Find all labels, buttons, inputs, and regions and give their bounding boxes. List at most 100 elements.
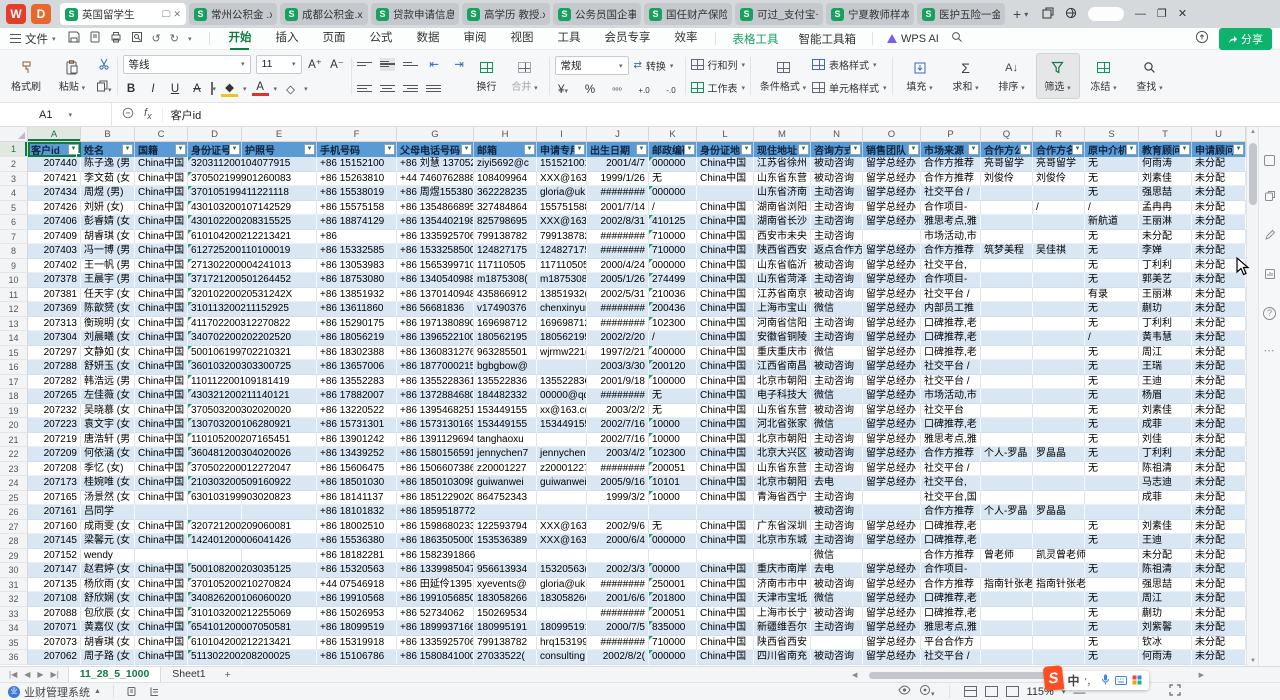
cell[interactable]: 河北省张家 <box>754 418 811 433</box>
cell[interactable]: +86 1899937166 <box>397 621 474 636</box>
row-number[interactable]: 6 <box>0 215 28 230</box>
column-header-K[interactable]: K <box>649 127 697 142</box>
cell[interactable]: +86 1859518772 <box>397 505 474 520</box>
cell[interactable]: China中国 <box>135 636 188 651</box>
cell[interactable]: 411702200312270822 <box>188 317 242 332</box>
cell[interactable]: ziyi5692@c <box>474 157 537 172</box>
cell[interactable] <box>1033 534 1085 549</box>
cell[interactable]: +86 18874129 <box>317 215 397 230</box>
cell[interactable]: +86 15026953 <box>317 607 397 622</box>
cell[interactable]: 留学总经办 <box>863 433 921 448</box>
filter-button[interactable]: 筛选 ▾ <box>1036 53 1080 99</box>
cell[interactable]: China中国 <box>697 520 754 535</box>
cell[interactable]: +86 1991056850 <box>397 592 474 607</box>
ime-language-mode[interactable]: 中 <box>1068 672 1080 689</box>
cell[interactable]: 207135 <box>28 578 81 593</box>
cell[interactable]: 上海市长宁 <box>754 607 811 622</box>
cell[interactable]: 835000 <box>649 621 697 636</box>
row-number[interactable]: 29 <box>0 549 28 564</box>
cell[interactable]: 冯一博 (男 <box>81 244 135 259</box>
cell[interactable]: +86 13053983 <box>317 259 397 274</box>
cell[interactable]: 207219 <box>28 433 81 448</box>
cell[interactable]: +86 1580841000 <box>397 650 474 665</box>
cell[interactable]: 400000 <box>649 346 697 361</box>
cell[interactable]: 合作方推荐 <box>921 549 981 564</box>
header-cell[interactable]: 客户id▼ <box>28 142 81 157</box>
cell[interactable]: 未分配 <box>1192 404 1246 419</box>
cell[interactable]: +86 18101832 <box>317 505 397 520</box>
cell[interactable] <box>1033 288 1085 303</box>
fill-handle[interactable] <box>76 153 80 157</box>
menu-tab-审阅[interactable]: 审阅 <box>451 28 498 50</box>
cell[interactable]: 袁文宇 (女 <box>81 418 135 433</box>
cell[interactable] <box>1033 346 1085 361</box>
cell[interactable]: 未分配 <box>1192 418 1246 433</box>
cell[interactable]: hrq153199 <box>537 636 587 651</box>
cell[interactable]: 何依涵 (女 <box>81 447 135 462</box>
cell[interactable]: +86 15290175 <box>317 317 397 332</box>
cell[interactable]: 留学总经办 <box>863 201 921 216</box>
cell[interactable]: 207297 <box>28 346 81 361</box>
cell[interactable]: 天津市宝坻 <box>754 592 811 607</box>
cell[interactable]: / <box>649 331 697 346</box>
cell[interactable]: +44 07546918 <box>317 578 397 593</box>
cell[interactable]: 000000 <box>649 186 697 201</box>
cell[interactable]: 360481200304020026 <box>188 447 242 462</box>
cell[interactable]: 西安市未央 <box>754 230 811 245</box>
cell[interactable]: 201800 <box>649 592 697 607</box>
cell[interactable]: 未分配 <box>1192 607 1246 622</box>
cell[interactable]: 2001/9/18 <box>587 375 649 390</box>
cell[interactable]: 183058266 <box>474 592 537 607</box>
cell[interactable]: 留学总经办 <box>863 447 921 462</box>
cell[interactable]: 重庆重庆市 <box>754 346 811 361</box>
cell[interactable]: 207209 <box>28 447 81 462</box>
cell[interactable]: 无 <box>649 404 697 419</box>
cell[interactable]: 何雨涛 <box>1139 650 1192 665</box>
cell[interactable] <box>1085 476 1139 491</box>
cell[interactable] <box>863 230 921 245</box>
user-avatar[interactable] <box>1088 7 1124 21</box>
cell[interactable]: 无 <box>1085 389 1139 404</box>
cell[interactable]: China中国 <box>697 201 754 216</box>
menu-tab-会员专享[interactable]: 会员专享 <box>592 28 662 50</box>
cell[interactable]: 320311200104077915 <box>188 157 242 172</box>
cell[interactable]: +86 1565399710 <box>397 259 474 274</box>
cell[interactable]: China中国 <box>135 491 188 506</box>
cell[interactable]: 微信 <box>811 389 863 404</box>
filter-dropdown-icon[interactable]: ▼ <box>741 144 752 155</box>
percent-icon[interactable]: % <box>582 84 599 96</box>
cell[interactable]: 刘俊伶 <box>1033 172 1085 187</box>
tabs-overview-icon[interactable] <box>1042 7 1054 22</box>
cell[interactable]: 强思喆 <box>1139 186 1192 201</box>
cell[interactable]: 丁利利 <box>1139 259 1192 274</box>
fullscreen-icon[interactable] <box>1169 684 1181 699</box>
cell[interactable]: 吴佳祺 <box>1033 244 1085 259</box>
cell[interactable]: 主动咨询 <box>811 273 863 288</box>
cell[interactable]: 183058266 <box>537 592 587 607</box>
cell[interactable]: 无 <box>1085 186 1139 201</box>
ime-keyboard-icon[interactable] <box>1115 672 1127 690</box>
formula-content[interactable]: 客户id <box>163 107 202 123</box>
cell[interactable] <box>1033 186 1085 201</box>
cell[interactable]: 271302200004241013 <box>188 259 242 274</box>
cell[interactable]: 社交平台, <box>921 259 981 274</box>
cell[interactable]: China中国 <box>135 186 188 201</box>
cell[interactable]: 合作方推荐 <box>921 172 981 187</box>
cell[interactable]: 无 <box>1085 317 1139 332</box>
copy-icon[interactable]: ▾ <box>96 80 112 95</box>
cell[interactable]: 口碑推荐,老 <box>921 418 981 433</box>
cell[interactable]: 孟冉冉 <box>1139 201 1192 216</box>
output-icon[interactable] <box>89 31 101 46</box>
cell[interactable]: 207282 <box>28 375 81 390</box>
cell[interactable]: 799138782 <box>474 636 537 651</box>
cell[interactable] <box>135 549 188 564</box>
cell[interactable]: 刘素佳 <box>1139 404 1192 419</box>
cell[interactable]: 留学总经办 <box>863 186 921 201</box>
page-break-view-icon[interactable] <box>1006 686 1019 697</box>
cell[interactable]: 指南针张老 <box>1033 578 1085 593</box>
cell[interactable]: 310113200211152925 <box>188 302 242 317</box>
cell[interactable]: China中国 <box>135 578 188 593</box>
cell[interactable] <box>981 331 1033 346</box>
cell[interactable]: 留学总经办 <box>863 418 921 433</box>
cell[interactable]: gloria@uk <box>537 578 587 593</box>
